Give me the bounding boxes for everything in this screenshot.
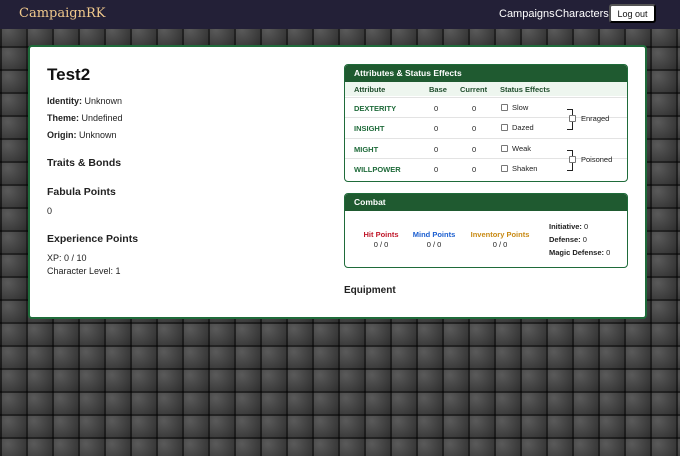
identity-line: Identity: Unknown: [47, 96, 122, 106]
defense-line: Defense: 0: [549, 235, 587, 244]
attribute-name: WILLPOWER: [354, 165, 401, 174]
origin-line: Origin: Unknown: [47, 130, 117, 140]
magic-defense-value: 0: [606, 248, 611, 257]
attribute-base: 0: [434, 104, 439, 113]
origin-label: Origin:: [47, 130, 77, 140]
nav-characters-link[interactable]: Characters: [555, 8, 609, 20]
navbar: CampaignRK Campaigns Characters Log out: [0, 0, 680, 29]
status-checkbox-poisoned[interactable]: [569, 156, 576, 163]
theme-line: Theme: Undefined: [47, 113, 123, 123]
magic-defense-line: Magic Defense: 0: [549, 248, 610, 257]
identity-label: Identity:: [47, 96, 82, 106]
xp-value: XP: 0 / 10: [47, 253, 87, 263]
traits-heading: Traits & Bonds: [47, 157, 122, 169]
inventory-points-value: 0 / 0: [492, 240, 508, 249]
attribute-current: 0: [472, 104, 477, 113]
attribute-current: 0: [472, 124, 477, 133]
attribute-name: INSIGHT: [354, 124, 385, 133]
attribute-current: 0: [472, 145, 477, 154]
attribute-base: 0: [434, 165, 439, 174]
attributes-header-row: Attribute Base Current Status Effects: [345, 82, 627, 96]
identity-value: Unknown: [84, 96, 123, 106]
initiative-value: 0: [584, 222, 589, 231]
magic-defense-label: Magic Defense:: [549, 248, 605, 257]
attributes-title: Attributes & Status Effects: [345, 65, 627, 82]
status-label-poisoned: Poisoned: [581, 155, 613, 164]
col-status: Status Effects: [500, 85, 551, 94]
status-checkbox-enraged[interactable]: [569, 115, 576, 122]
attribute-base: 0: [434, 124, 439, 133]
character-card: Test2 Identity: Unknown Theme: Undefined…: [28, 45, 647, 319]
attribute-base: 0: [434, 145, 439, 154]
character-name: Test2: [47, 65, 91, 84]
brand-logo[interactable]: CampaignRK: [19, 6, 105, 21]
status-label-weak: Weak: [512, 144, 532, 153]
inventory-points-label: Inventory Points: [470, 230, 530, 239]
status-checkbox-weak[interactable]: [501, 145, 508, 152]
origin-value: Unknown: [79, 130, 117, 140]
attribute-current: 0: [472, 165, 477, 174]
defense-value: 0: [582, 235, 587, 244]
attribute-name: MIGHT: [354, 145, 379, 154]
logout-button[interactable]: Log out: [609, 4, 656, 23]
fabula-value: 0: [47, 206, 53, 216]
col-attribute: Attribute: [354, 85, 386, 94]
status-label-dazed: Dazed: [512, 123, 534, 132]
combat-panel: Combat Hit Points 0 / 0 Mind Points 0 / …: [344, 193, 628, 268]
attributes-panel: Attributes & Status Effects Attribute Ba…: [344, 64, 628, 182]
status-checkbox-shaken[interactable]: [501, 165, 508, 172]
col-current: Current: [460, 85, 488, 94]
defense-label: Defense:: [549, 235, 581, 244]
initiative-line: Initiative: 0: [549, 222, 588, 231]
mind-points-label: Mind Points: [412, 230, 456, 239]
theme-label: Theme:: [47, 113, 80, 123]
nav-campaigns-link[interactable]: Campaigns: [499, 8, 555, 20]
status-label-slow: Slow: [512, 103, 529, 112]
equipment-heading: Equipment: [344, 285, 396, 296]
col-base: Base: [429, 85, 447, 94]
combat-title: Combat: [345, 194, 627, 211]
initiative-label: Initiative:: [549, 222, 582, 231]
attribute-name: DEXTERITY: [354, 104, 397, 113]
status-label-enraged: Enraged: [581, 114, 610, 123]
mind-points-value: 0 / 0: [426, 240, 442, 249]
status-checkbox-dazed[interactable]: [501, 124, 508, 131]
theme-value: Undefined: [81, 113, 123, 123]
status-label-shaken: Shaken: [512, 164, 538, 173]
fabula-heading: Fabula Points: [47, 186, 116, 198]
status-checkbox-slow[interactable]: [501, 104, 508, 111]
xp-heading: Experience Points: [47, 233, 139, 245]
character-level: Character Level: 1: [47, 266, 121, 276]
